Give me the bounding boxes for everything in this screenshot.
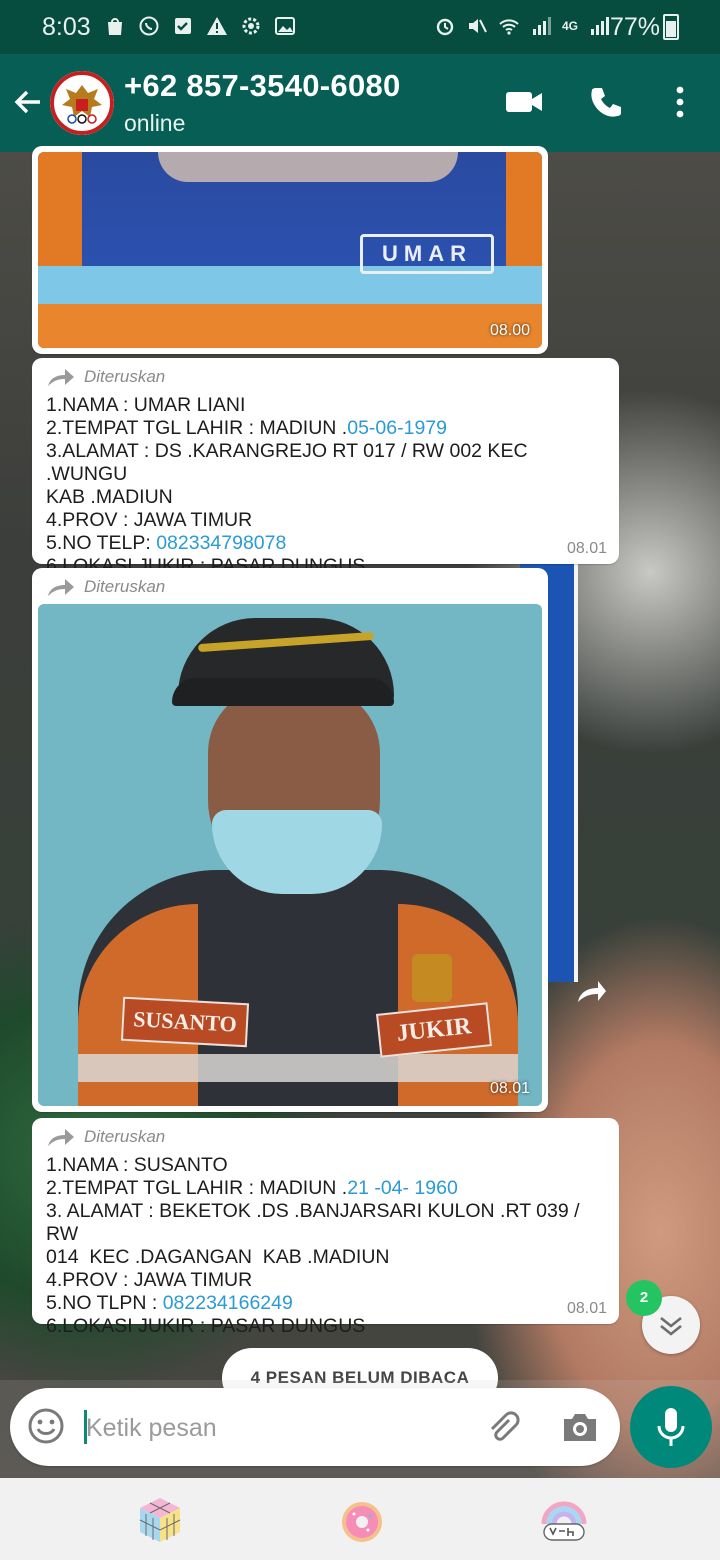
message-line: 1.NAMA : SUSANTO <box>46 1154 228 1176</box>
message-line: 6.LOKASI JUKIR : PASAR DUNGUS <box>46 1315 366 1337</box>
contact-name[interactable]: +62 857-3540-6080 <box>124 68 401 104</box>
message-time: 08.01 <box>489 1080 530 1097</box>
battery-percent: 77% <box>610 13 661 41</box>
system-icons: 4G <box>434 15 610 37</box>
forwarded-label: Diteruskan <box>84 367 166 386</box>
date-link[interactable]: 05-06-1979 <box>347 417 447 439</box>
more-options-icon[interactable] <box>668 84 692 120</box>
chat-header: +62 857-3540-6080 online <box>0 54 720 152</box>
message-line: 5.NO TLPN : 082234166249 <box>46 1292 293 1314</box>
attach-icon[interactable] <box>482 1406 522 1446</box>
message-line: 014 KEC .DAGANGAN KAB .MADIUN <box>46 1246 390 1268</box>
message-input-placeholder[interactable]: Ketik pesan <box>86 1414 217 1443</box>
donut-sticker-icon[interactable] <box>338 1494 386 1546</box>
voice-message-button[interactable] <box>630 1386 712 1468</box>
settings-icon <box>242 17 260 35</box>
phone-link[interactable]: 082234166249 <box>163 1292 293 1314</box>
phone-link[interactable]: 082334798078 <box>156 532 286 554</box>
forwarded-label-row: Diteruskan <box>46 1126 165 1148</box>
forwarded-label: Diteruskan <box>84 1127 166 1146</box>
mute-icon <box>469 19 487 33</box>
rubiks-cube-sticker-icon[interactable] <box>136 1494 184 1546</box>
message-line: 1.NAMA : UMAR LIANI <box>46 394 246 416</box>
battery-icon <box>663 14 679 40</box>
message-line: 2.TEMPAT TGL LAHIR : MADIUN .21 -04- 196… <box>46 1177 458 1199</box>
message-photo[interactable]: SUSANTO JUKIR 08.01 <box>38 604 542 1106</box>
contact-status: online <box>124 110 186 136</box>
signal-icon <box>533 17 551 35</box>
text-message[interactable]: Diteruskan 1.NAMA : SUSANTO 2.TEMPAT TGL… <box>32 1118 619 1337</box>
image-message[interactable]: UMAR 08.00 <box>32 146 548 354</box>
status-bar: 8:03 4G 77% <box>0 0 720 54</box>
message-line: 4.PROV : JAWA TIMUR <box>46 509 253 531</box>
back-arrow-icon[interactable] <box>10 84 46 120</box>
garuda-emblem-icon <box>50 71 114 135</box>
photo-shirt: UMAR <box>38 152 542 348</box>
whatsapp-icon <box>139 16 159 36</box>
message-line: 5.NO TELP: 082334798078 <box>46 532 287 554</box>
forwarded-label-row: Diteruskan <box>46 366 165 388</box>
message-photo[interactable]: UMAR 08.00 <box>38 152 542 348</box>
forward-icon <box>48 579 74 596</box>
text-message[interactable]: Diteruskan 1.NAMA : UMAR LIANI 2.TEMPAT … <box>32 358 619 577</box>
emoji-icon[interactable] <box>26 1406 66 1446</box>
forwarded-label: Diteruskan <box>84 577 166 596</box>
status-time: 8:03 <box>42 13 91 41</box>
video-call-icon[interactable] <box>504 86 544 118</box>
network-type: 4G <box>562 19 579 33</box>
message-line: 3.ALAMAT : DS .KARANGREJO RT 017 / RW 00… <box>46 440 528 485</box>
gallery-icon <box>275 17 295 35</box>
forward-shortcut-icon[interactable] <box>574 976 608 1006</box>
warning-icon <box>207 17 227 35</box>
message-line: 3. ALAMAT : BEKETOK .DS .BANJARSARI KULO… <box>46 1200 580 1245</box>
signal-icon-2 <box>591 17 610 35</box>
mic-icon <box>657 1408 685 1446</box>
forward-icon <box>48 1129 74 1146</box>
forwarded-label-row: Diteruskan <box>46 576 165 598</box>
photo-name-tag: UMAR <box>360 234 494 274</box>
camera-icon[interactable] <box>560 1408 600 1446</box>
message-body: 1.NAMA : SUSANTO 2.TEMPAT TGL LAHIR : MA… <box>46 1154 606 1338</box>
alarm-icon <box>436 18 454 36</box>
shopping-bag-icon <box>108 18 122 35</box>
voice-call-icon[interactable] <box>588 84 624 120</box>
photo-portrait: SUSANTO JUKIR <box>38 604 542 1106</box>
message-time: 08.01 <box>566 540 607 557</box>
rainbow-yeah-sticker-icon[interactable] <box>538 1494 590 1546</box>
checkbox-icon <box>175 18 191 34</box>
message-time: 08.01 <box>566 1300 607 1317</box>
message-time: 08.00 <box>489 322 530 339</box>
message-line: KAB .MADIUN <box>46 486 173 508</box>
wifi-icon <box>499 19 519 35</box>
image-message[interactable]: Diteruskan SUSANTO JUKIR 08.01 <box>32 568 548 1112</box>
message-line: 4.PROV : JAWA TIMUR <box>46 1269 253 1291</box>
photo-name-tag: SUSANTO <box>120 996 250 1048</box>
unread-count-badge: 2 <box>626 1280 662 1316</box>
message-line: 2.TEMPAT TGL LAHIR : MADIUN .05-06-1979 <box>46 417 447 439</box>
date-link[interactable]: 21 -04- 1960 <box>347 1177 458 1199</box>
notification-icons <box>104 15 296 37</box>
message-body: 1.NAMA : UMAR LIANI 2.TEMPAT TGL LAHIR :… <box>46 394 606 578</box>
forward-icon <box>48 369 74 386</box>
contact-avatar[interactable] <box>50 71 114 135</box>
